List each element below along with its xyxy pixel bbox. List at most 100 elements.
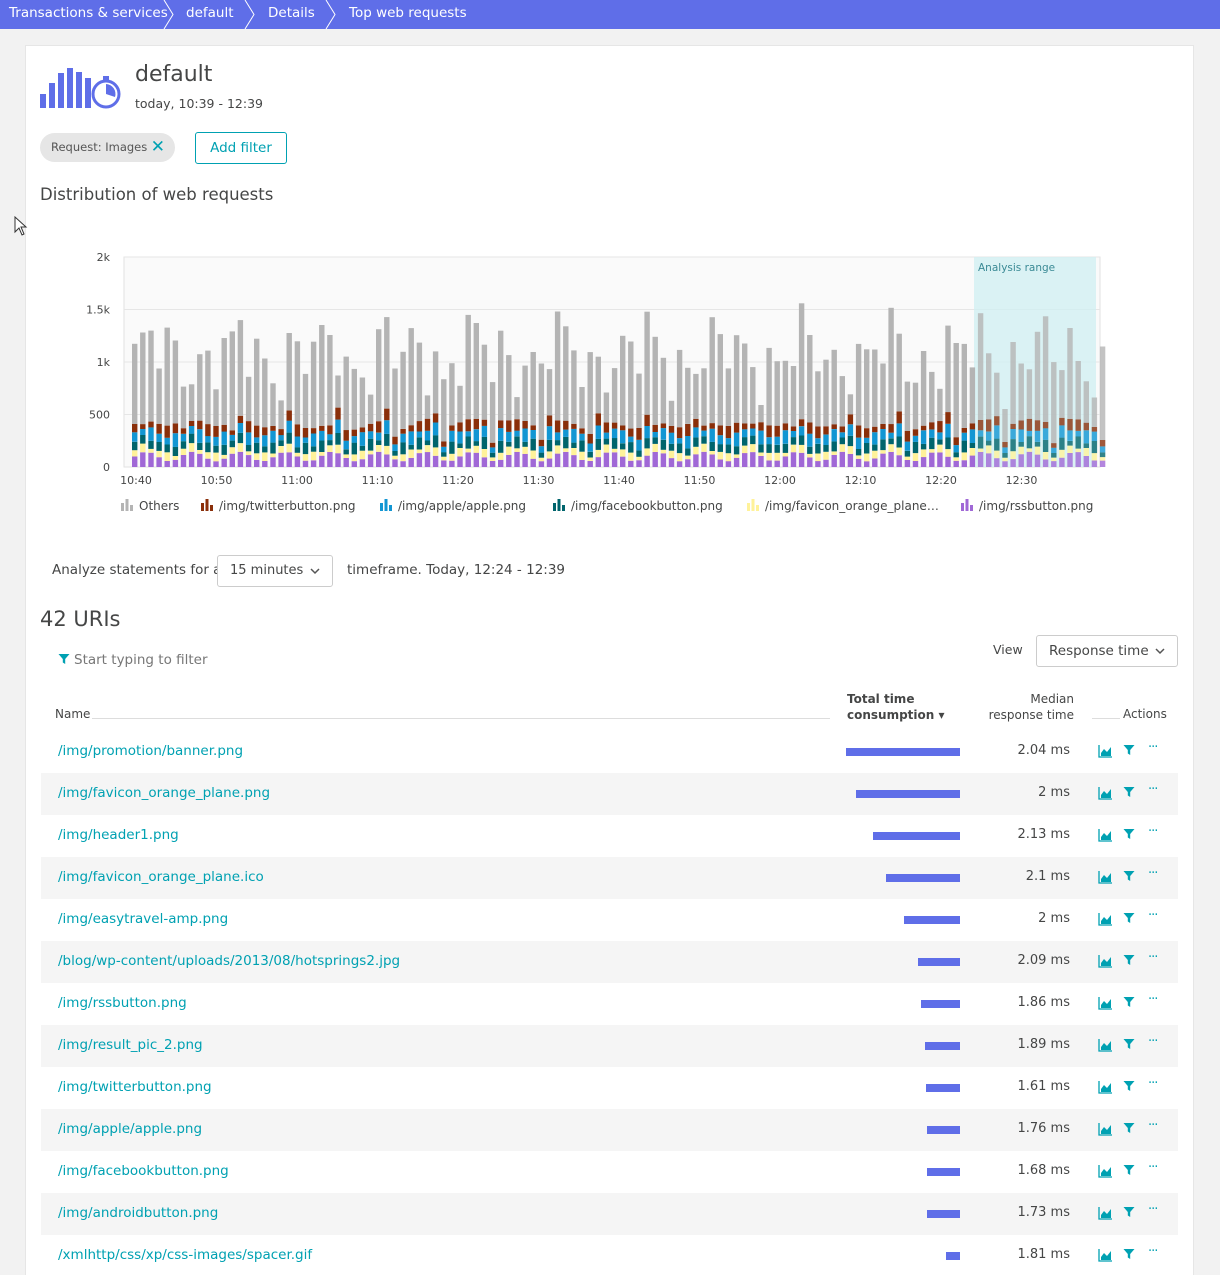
chart-bar-segment — [628, 442, 634, 453]
area-chart-icon[interactable] — [1098, 954, 1113, 968]
filter-icon[interactable] — [1123, 1206, 1135, 1218]
chart-bar-segment — [229, 430, 235, 435]
chart-bar-segment — [774, 444, 780, 453]
chart-bar-segment — [506, 431, 512, 442]
legend-item-rssbutton[interactable]: /img/rssbutton.png — [960, 499, 1093, 513]
more-options-icon[interactable]: ··· — [1148, 1118, 1158, 1133]
column-header-total-time[interactable]: Total time consumption ▾ — [847, 691, 945, 723]
chart-bar-segment — [1091, 426, 1098, 432]
uri-link[interactable]: /img/result_pic_2.png — [58, 1037, 203, 1053]
chart-bar-segment — [676, 443, 683, 454]
filter-icon[interactable] — [1123, 912, 1135, 924]
bar-chart-icon — [380, 499, 392, 511]
breadcrumb-item-details[interactable]: Details — [268, 0, 315, 29]
timeframe-select[interactable]: 15 minutes — [217, 555, 333, 587]
chart-bar-segment — [432, 435, 439, 448]
legend-item-facebookbutton[interactable]: /img/facebookbutton.png — [552, 499, 723, 513]
filter-icon[interactable] — [1123, 954, 1135, 966]
chart-bar-segment — [245, 445, 252, 452]
table-row: /xmlhttp/css/xp/css-images/spacer.gif 1.… — [41, 1235, 1178, 1275]
uri-link[interactable]: /img/easytravel-amp.png — [58, 911, 228, 927]
uri-link[interactable]: /img/facebookbutton.png — [58, 1163, 229, 1179]
uri-link[interactable]: /blog/wp-content/uploads/2013/08/hotspri… — [58, 953, 400, 969]
legend-item-favicon[interactable]: /img/favicon_orange_plane… — [746, 499, 939, 513]
area-chart-icon[interactable] — [1098, 828, 1113, 842]
column-header-median-response-time[interactable]: Median response time — [985, 691, 1074, 723]
chart-bar-segment — [302, 460, 309, 467]
chart-bar-segment — [611, 368, 618, 423]
more-options-icon[interactable]: ··· — [1148, 908, 1158, 923]
area-chart-icon[interactable] — [1098, 870, 1113, 884]
uri-link[interactable]: /img/twitterbutton.png — [58, 1079, 212, 1095]
uri-link[interactable]: /img/apple/apple.png — [58, 1121, 202, 1137]
area-chart-icon[interactable] — [1098, 1080, 1113, 1094]
uri-link[interactable]: /img/rssbutton.png — [58, 995, 187, 1011]
more-options-icon[interactable]: ··· — [1148, 866, 1158, 881]
view-select[interactable]: Response time — [1036, 635, 1178, 667]
more-options-icon[interactable]: ··· — [1148, 1244, 1158, 1259]
chart-bar-segment — [701, 430, 707, 437]
table-row: /img/favicon_orange_plane.ico 2.1 ms ··· — [41, 857, 1178, 899]
area-chart-icon[interactable] — [1098, 1164, 1113, 1178]
filter-icon[interactable] — [1123, 870, 1135, 882]
chart-bar-segment — [416, 431, 423, 438]
filter-icon[interactable] — [1123, 1080, 1135, 1092]
breadcrumb-item-default[interactable]: default — [186, 0, 234, 29]
breadcrumb-item-transactions[interactable]: Transactions & services — [9, 0, 168, 29]
more-options-icon[interactable]: ··· — [1148, 1034, 1158, 1049]
chart-bar-segment — [132, 343, 138, 424]
chart-bar-segment — [1002, 457, 1008, 462]
area-chart-icon[interactable] — [1098, 1122, 1113, 1136]
uri-filter-input[interactable]: Start typing to filter — [58, 652, 358, 672]
area-chart-icon[interactable] — [1098, 1206, 1113, 1220]
filter-icon[interactable] — [1123, 1038, 1135, 1050]
chart-bar-segment — [717, 459, 723, 467]
filter-icon[interactable] — [1123, 786, 1135, 798]
filter-icon[interactable] — [1123, 828, 1135, 840]
uri-link[interactable]: /img/header1.png — [58, 827, 179, 843]
chart-bar-segment — [392, 436, 398, 445]
chart-bar-segment — [595, 425, 601, 439]
filter-icon[interactable] — [1123, 1122, 1135, 1134]
legend-item-apple[interactable]: /img/apple/apple.png — [379, 499, 526, 513]
chart-bar-segment — [424, 445, 431, 453]
area-chart-icon[interactable] — [1098, 1248, 1113, 1262]
chart-bar-segment — [441, 441, 447, 447]
area-chart-icon[interactable] — [1098, 1038, 1113, 1052]
breadcrumb-item-top-web-requests[interactable]: Top web requests — [349, 0, 467, 29]
filter-icon[interactable] — [1123, 996, 1135, 1008]
more-options-icon[interactable]: ··· — [1148, 1076, 1158, 1091]
more-options-icon[interactable]: ··· — [1148, 1202, 1158, 1217]
uri-link[interactable]: /img/favicon_orange_plane.png — [58, 785, 270, 801]
column-header-name[interactable]: Name — [55, 707, 90, 721]
area-chart-icon[interactable] — [1098, 912, 1113, 926]
chart-bar-segment — [498, 330, 504, 421]
more-options-icon[interactable]: ··· — [1148, 992, 1158, 1007]
chart-bar-segment — [880, 450, 886, 454]
remove-filter-icon[interactable]: ✕ — [151, 133, 165, 162]
filter-icon[interactable] — [1123, 744, 1135, 756]
chart-bar-segment — [140, 435, 146, 444]
filter-icon[interactable] — [1123, 1248, 1135, 1260]
uri-link[interactable]: /img/favicon_orange_plane.ico — [58, 869, 264, 885]
more-options-icon[interactable]: ··· — [1148, 740, 1158, 755]
more-options-icon[interactable]: ··· — [1148, 950, 1158, 965]
uri-link[interactable]: /img/androidbutton.png — [58, 1205, 218, 1221]
filter-icon[interactable] — [1123, 1164, 1135, 1176]
chart-bar-segment — [457, 443, 463, 448]
uri-link[interactable]: /img/promotion/banner.png — [58, 743, 243, 759]
chart-bar-segment — [807, 453, 813, 458]
add-filter-button[interactable]: Add filter — [195, 132, 287, 164]
area-chart-icon[interactable] — [1098, 744, 1113, 758]
area-chart-icon[interactable] — [1098, 786, 1113, 800]
area-chart-icon[interactable] — [1098, 996, 1113, 1010]
chart-bar-segment — [823, 444, 829, 452]
more-options-icon[interactable]: ··· — [1148, 782, 1158, 797]
chart-bar-segment — [424, 430, 431, 441]
chart-bar-segment — [839, 432, 845, 438]
more-options-icon[interactable]: ··· — [1148, 824, 1158, 839]
legend-item-others[interactable]: Others — [120, 499, 179, 513]
uri-link[interactable]: /xmlhttp/css/xp/css-images/spacer.gif — [58, 1247, 312, 1263]
more-options-icon[interactable]: ··· — [1148, 1160, 1158, 1175]
legend-item-twitterbutton[interactable]: /img/twitterbutton.png — [200, 499, 356, 513]
